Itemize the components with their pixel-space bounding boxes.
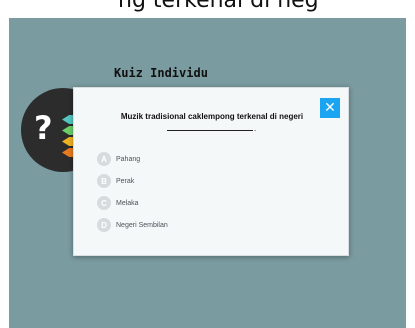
- option-letter-badge: B: [97, 174, 111, 188]
- option-letter-badge: D: [97, 218, 111, 232]
- clipped-title-text: ng terkenal di neg: [118, 0, 319, 13]
- answer-blank: [167, 130, 253, 131]
- option-b[interactable]: B Perak: [97, 174, 134, 188]
- option-label: Pahang: [116, 155, 141, 163]
- option-a[interactable]: A Pahang: [97, 152, 140, 166]
- top-banner: ng terkenal di neg: [0, 0, 415, 18]
- option-label: Melaka: [116, 199, 139, 207]
- quiz-title: Kuiz Individu: [114, 66, 208, 80]
- option-label: Negeri Sembilan: [116, 221, 168, 229]
- option-letter-badge: C: [97, 196, 111, 210]
- question-suffix: .: [254, 124, 257, 133]
- question-mark-icon: ?: [34, 109, 53, 147]
- question-text: Muzik tradisional caklempong terkenal di…: [120, 112, 304, 121]
- question-dialog: ✕ Muzik tradisional caklempong terkenal …: [73, 87, 349, 256]
- option-label: Perak: [116, 177, 135, 185]
- option-d[interactable]: D Negeri Sembilan: [97, 218, 168, 232]
- option-letter-badge: A: [97, 152, 111, 166]
- option-c[interactable]: C Melaka: [97, 196, 139, 210]
